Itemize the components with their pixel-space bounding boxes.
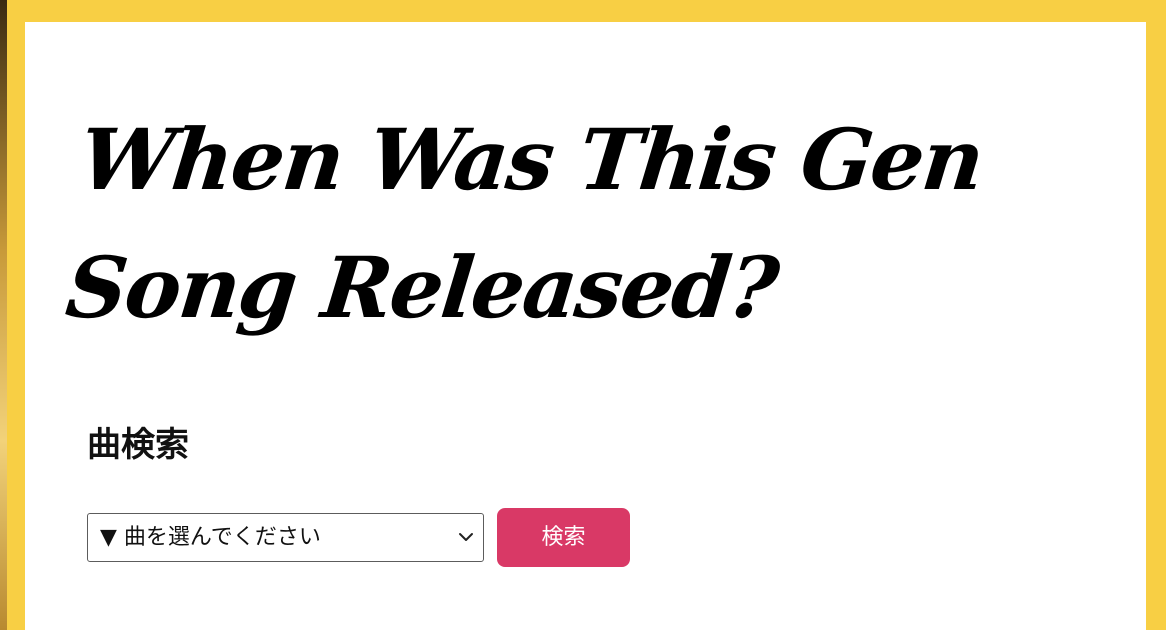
main-card: When Was This Gen Song Released? 曲検索 ▼ 曲… (25, 22, 1146, 630)
page-title-line-1: When Was This Gen (75, 110, 987, 209)
page-title-line-2: Song Released? (61, 238, 782, 337)
page-title: When Was This Gen Song Released? (60, 96, 1087, 352)
song-search-heading: 曲検索 (87, 425, 189, 465)
song-select[interactable]: ▼ 曲を選んでください (87, 513, 484, 562)
song-select-value: ▼ 曲を選んでください (100, 525, 321, 550)
chevron-down-icon (459, 533, 473, 541)
background-image-edge (0, 0, 7, 630)
search-button[interactable]: 検索 (497, 508, 630, 567)
